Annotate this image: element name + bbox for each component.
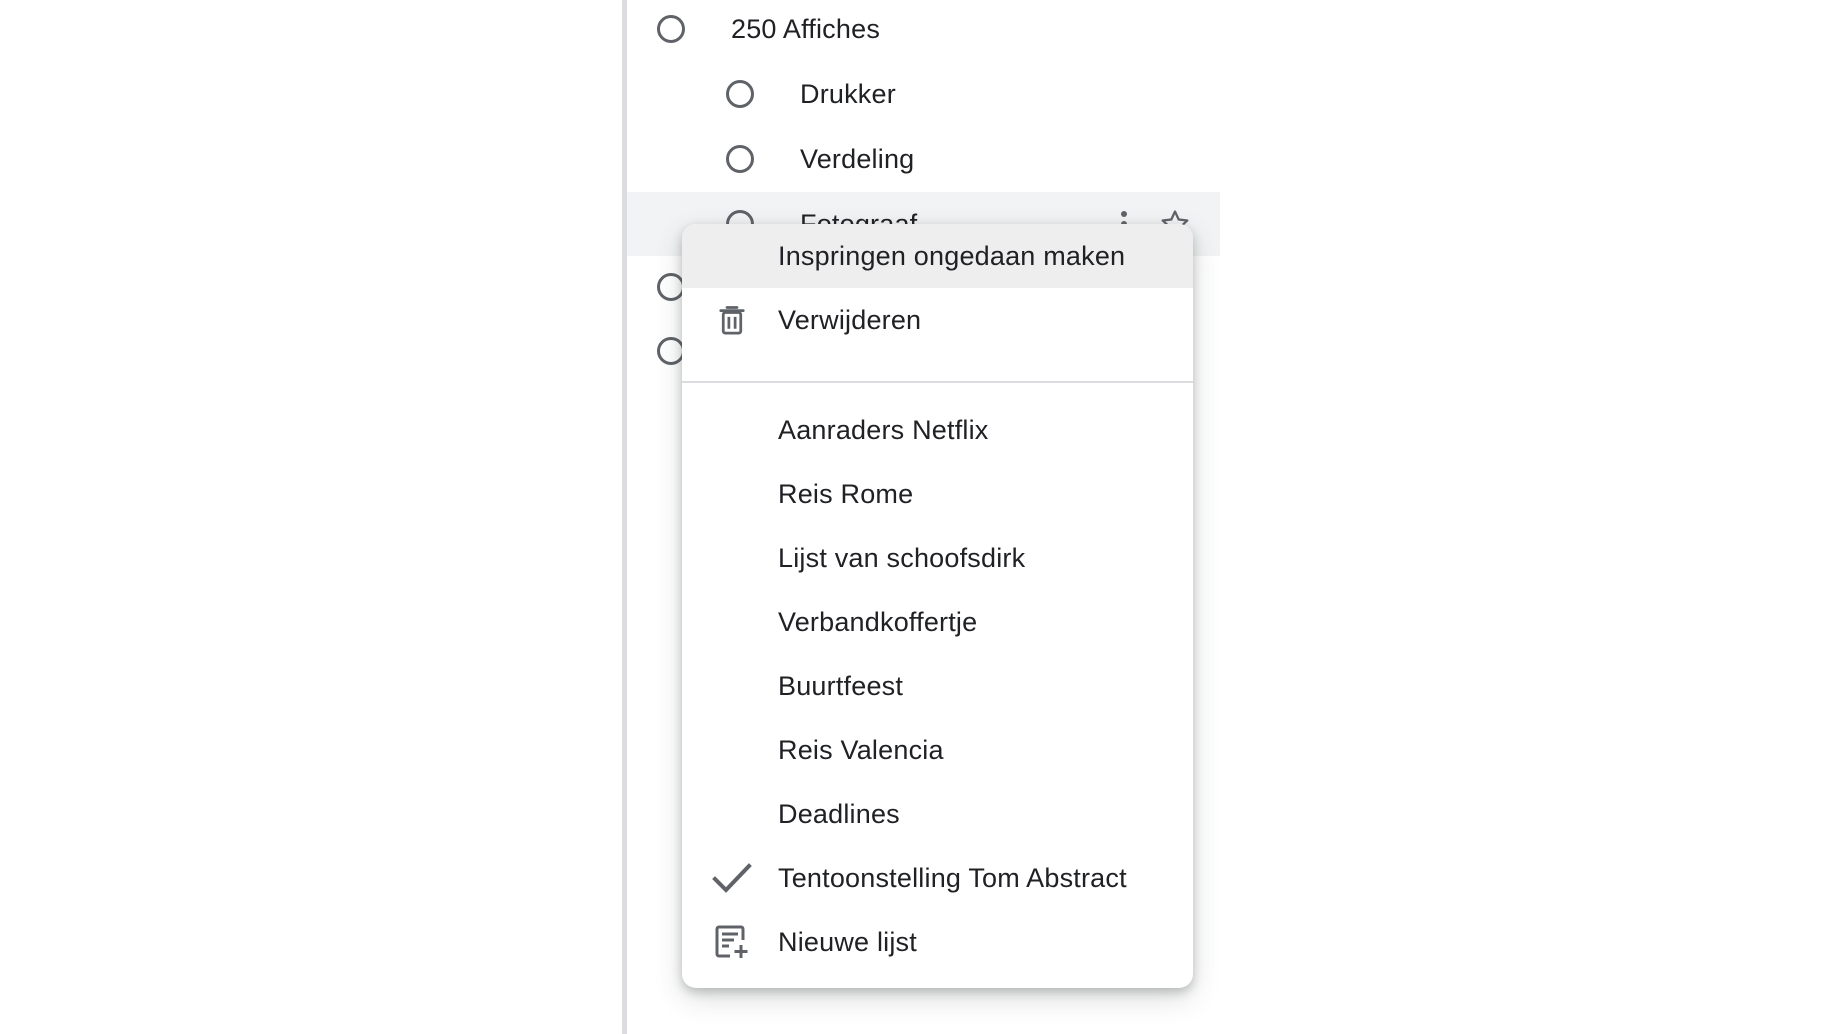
list-name: Reis Rome <box>778 478 914 509</box>
radio-unchecked-icon[interactable] <box>726 145 754 173</box>
task-row[interactable]: 250 Affiches <box>627 0 1220 61</box>
menu-item-label: Inspringen ongedaan maken <box>778 240 1126 271</box>
move-to-list-item[interactable]: Reis Valencia <box>682 718 1193 782</box>
move-to-list-item[interactable]: Verbandkoffertje <box>682 590 1193 654</box>
menu-item-label: Verwijderen <box>778 304 922 335</box>
playlist-add-icon <box>712 922 752 962</box>
list-name: Buurtfeest <box>778 670 904 701</box>
move-to-list-item[interactable]: Buurtfeest <box>682 654 1193 718</box>
radio-unchecked-icon[interactable] <box>657 273 685 301</box>
move-to-list-item[interactable]: Reis Rome <box>682 462 1193 526</box>
trash-icon <box>712 300 752 340</box>
subtask-row[interactable]: Verdeling <box>627 127 1220 191</box>
task-title[interactable]: 250 Affiches <box>731 14 880 45</box>
delete-menu-item[interactable]: Verwijderen <box>682 288 1193 352</box>
list-name: Reis Valencia <box>778 734 944 765</box>
radio-unchecked-icon[interactable] <box>726 80 754 108</box>
radio-unchecked-icon[interactable] <box>657 15 685 43</box>
list-name: Aanraders Netflix <box>778 414 989 445</box>
task-context-menu: Inspringen ongedaan maken Verwijderen Aa… <box>682 224 1193 988</box>
move-to-list-item[interactable]: Aanraders Netflix <box>682 398 1193 462</box>
list-name: Tentoonstelling Tom Abstract <box>778 862 1127 893</box>
new-list-menu-item[interactable]: Nieuwe lijst <box>682 910 1193 974</box>
check-icon <box>712 858 752 898</box>
task-title[interactable]: Drukker <box>800 79 896 110</box>
subtask-row[interactable]: Drukker <box>627 62 1220 126</box>
move-to-list-item[interactable]: Deadlines <box>682 782 1193 846</box>
radio-unchecked-icon[interactable] <box>657 337 685 365</box>
list-name: Verbandkoffertje <box>778 606 978 637</box>
task-title[interactable]: Verdeling <box>800 144 914 175</box>
menu-item-label: Nieuwe lijst <box>778 926 917 957</box>
list-name: Lijst van schoofsdirk <box>778 542 1026 573</box>
move-to-list-item-selected[interactable]: Tentoonstelling Tom Abstract <box>682 846 1193 910</box>
menu-divider <box>682 381 1193 383</box>
unindent-menu-item[interactable]: Inspringen ongedaan maken <box>682 224 1193 288</box>
move-to-list-item[interactable]: Lijst van schoofsdirk <box>682 526 1193 590</box>
list-name: Deadlines <box>778 798 900 829</box>
